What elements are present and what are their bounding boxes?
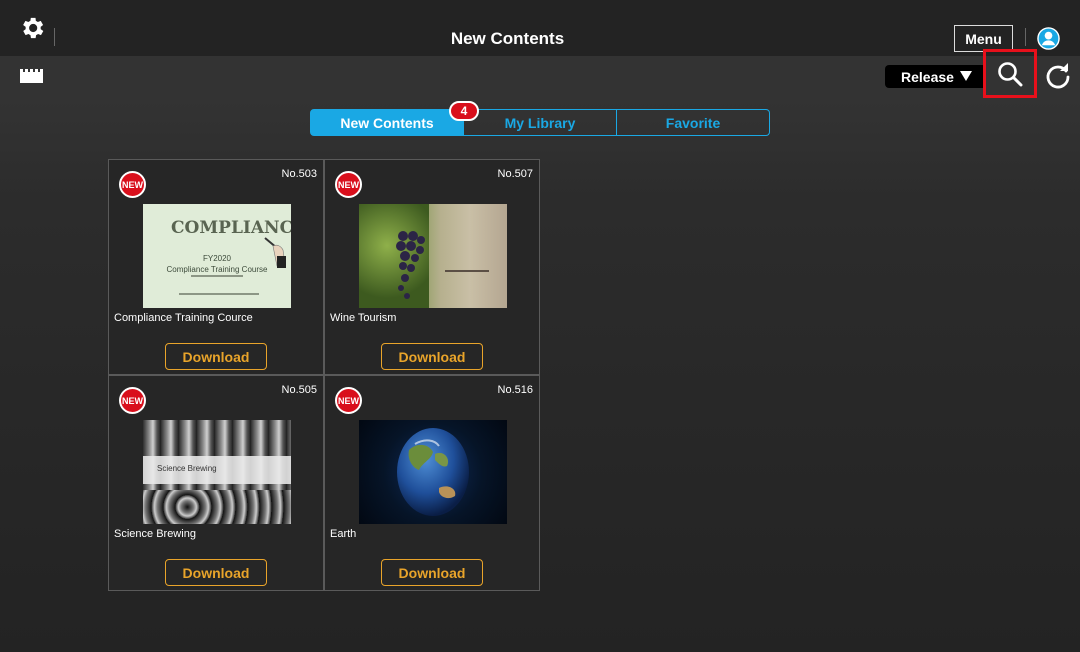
earth-globe-icon <box>397 428 469 516</box>
new-badge: NEW <box>335 387 362 414</box>
content-title: Earth <box>330 528 357 540</box>
download-button[interactable]: Download <box>381 343 483 370</box>
film-icon[interactable] <box>20 69 43 83</box>
tab-new-contents[interactable]: New Contents <box>310 109 464 136</box>
content-thumbnail[interactable]: Science Brewing <box>143 420 291 524</box>
tab-favorite[interactable]: Favorite <box>617 109 770 136</box>
thumbnail-line2: Compliance Training Course <box>166 265 268 274</box>
brewery-tanks <box>143 490 291 524</box>
content-thumbnail[interactable] <box>359 204 507 308</box>
content-card[interactable]: NEW No.503 COMPLIANCE FY2020 Compliance … <box>108 159 324 375</box>
content-card[interactable]: NEW No.507 Wine Tourism Download <box>324 159 540 375</box>
search-button[interactable] <box>983 49 1037 98</box>
thumbnail-line1: FY2020 <box>202 254 232 263</box>
page-title: New Contents <box>450 29 565 48</box>
dropdown-arrow-icon <box>960 71 972 81</box>
user-icon[interactable] <box>1037 27 1060 50</box>
content-number: No.505 <box>281 384 317 396</box>
toolbar: Release <box>0 49 1080 98</box>
release-select-label: Release <box>901 68 954 85</box>
new-badge: NEW <box>119 171 146 198</box>
content-card[interactable]: NEW No.505 Science Brewing Science Brewi… <box>108 375 324 591</box>
content-title: Wine Tourism <box>330 312 397 324</box>
refresh-icon[interactable] <box>1044 62 1072 90</box>
download-button[interactable]: Download <box>165 343 267 370</box>
content-card[interactable]: NEW No.516 Earth Download <box>324 375 540 591</box>
menu-button[interactable]: Menu <box>954 25 1013 52</box>
download-button[interactable]: Download <box>381 559 483 586</box>
header-divider <box>1025 28 1026 46</box>
release-select[interactable]: Release <box>885 65 984 88</box>
tab-my-library[interactable]: My Library <box>464 109 617 136</box>
grape-cluster-icon <box>396 231 425 299</box>
content-title: Compliance Training Cource <box>114 312 253 324</box>
thumbnail-caption <box>445 270 489 272</box>
content-thumbnail[interactable] <box>359 420 507 524</box>
new-badge: NEW <box>119 387 146 414</box>
content-number: No.503 <box>281 168 317 180</box>
content-number: No.507 <box>497 168 533 180</box>
content-tabs: New Contents My Library Favorite <box>310 109 770 136</box>
new-count-badge: 4 <box>449 101 479 121</box>
download-button[interactable]: Download <box>165 559 267 586</box>
thumbnail-fine-print <box>179 293 259 295</box>
search-icon <box>998 61 1023 86</box>
content-number: No.516 <box>497 384 533 396</box>
content-thumbnail[interactable]: COMPLIANCE FY2020 Compliance Training Co… <box>143 204 291 308</box>
top-header: New Contents Menu <box>0 0 1080 56</box>
thumbnail-fine-print <box>191 275 243 277</box>
new-badge: NEW <box>335 171 362 198</box>
thumbnail-heading: Science Brewing <box>157 464 217 473</box>
content-title: Science Brewing <box>114 528 196 540</box>
